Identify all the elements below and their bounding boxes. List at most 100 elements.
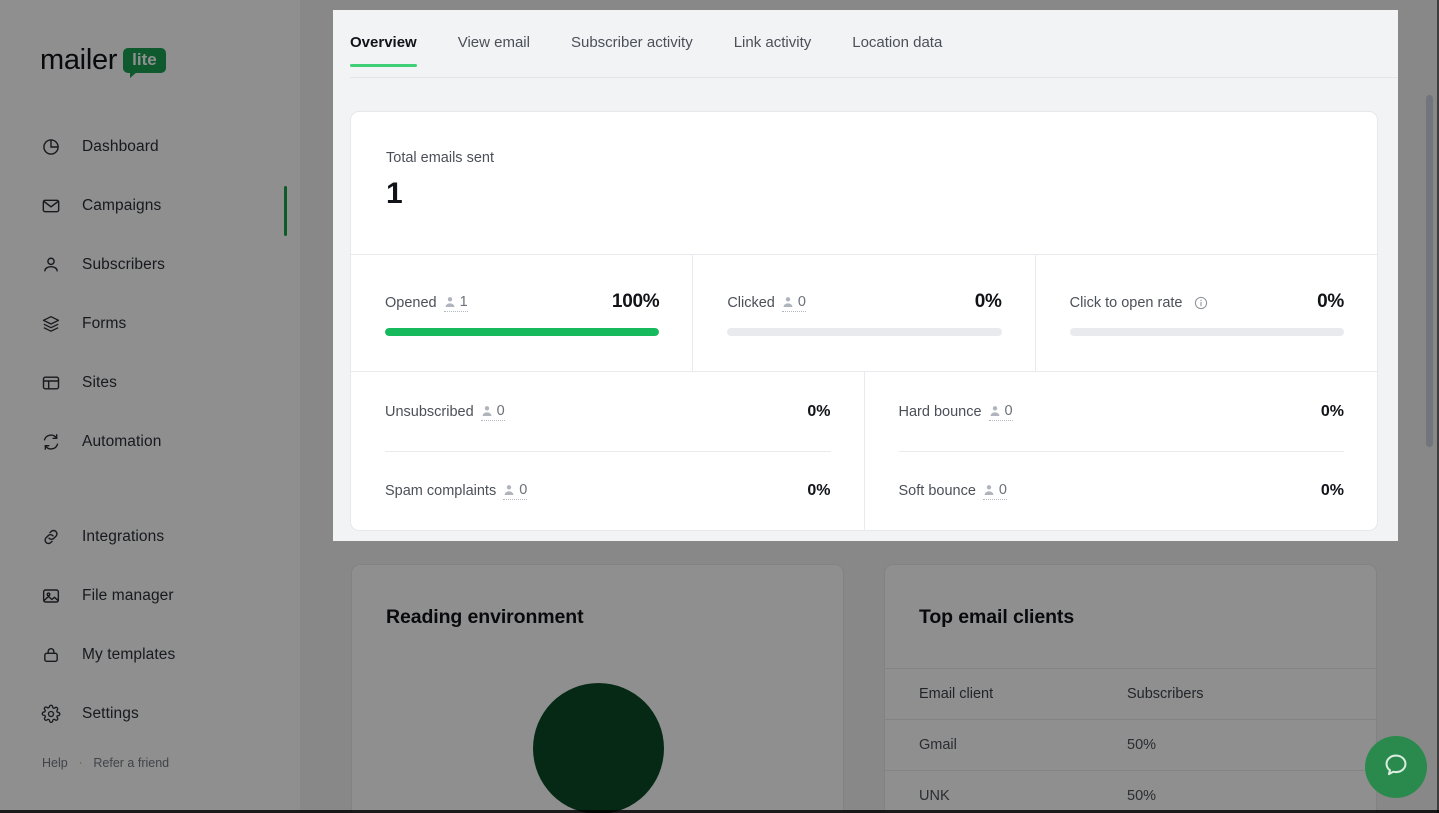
sidebar-item-settings[interactable]: Settings xyxy=(0,695,300,733)
sidebar-footer: Help · Refer a friend xyxy=(42,756,169,770)
reading-environment-chart xyxy=(352,683,843,813)
person-icon xyxy=(444,296,456,308)
refer-a-friend-link[interactable]: Refer a friend xyxy=(93,756,169,770)
info-icon[interactable] xyxy=(1194,296,1208,310)
main-scrollbar-thumb[interactable] xyxy=(1426,95,1433,447)
column-header-email-client: Email client xyxy=(919,686,994,702)
metric-percent: 0% xyxy=(807,482,831,499)
metric-subscriber-count[interactable]: 0 xyxy=(503,482,528,500)
tab-label: View email xyxy=(457,34,530,51)
sidebar-item-label: File manager xyxy=(82,587,174,604)
sidebar: mailer lite Dashboard Campaigns Subscrib… xyxy=(0,0,586,813)
metric-click-to-open-rate: Click to open rate 0% xyxy=(1034,254,1377,371)
cell-email-client: Gmail xyxy=(919,737,957,753)
metric-label: Unsubscribed xyxy=(385,403,474,420)
metric-opened: Opened 1 100% xyxy=(351,254,692,371)
metric-subscriber-count[interactable]: 0 xyxy=(781,294,806,312)
browser-window-icon xyxy=(41,373,61,393)
progress-bar xyxy=(1069,328,1344,336)
tab-view-email[interactable]: View email xyxy=(458,20,530,67)
metric-count-value: 0 xyxy=(998,482,1007,498)
metric-label: Soft bounce xyxy=(898,483,976,499)
tab-location-data[interactable]: Location data xyxy=(852,20,942,67)
sidebar-item-automation[interactable]: Automation xyxy=(0,423,300,461)
metric-subscriber-count[interactable]: 0 xyxy=(982,482,1007,500)
metric-hard-bounce: Hard bounce 0 0% xyxy=(898,372,1344,451)
metric-label: Hard bounce xyxy=(898,403,982,420)
tab-link-activity[interactable]: Link activity xyxy=(734,20,812,67)
rate-metrics-row: Opened 1 100% Clicked 0 0% Click to open… xyxy=(351,254,1377,371)
footer-separator: · xyxy=(78,757,83,769)
pie-chart-icon xyxy=(41,137,61,157)
help-link[interactable]: Help xyxy=(42,756,68,770)
metric-percent: 0% xyxy=(1320,482,1344,499)
table-row: Gmail 50% xyxy=(885,719,1376,770)
sidebar-item-label: Campaigns xyxy=(82,197,162,214)
total-emails-sent-value: 1 xyxy=(386,177,403,210)
metric-soft-bounce: Soft bounce 0 0% xyxy=(898,451,1344,530)
campaign-stats-card: Total emails sent 1 Opened 1 100% Clicke… xyxy=(350,111,1378,531)
sidebar-item-label: Forms xyxy=(82,315,127,332)
metric-subscriber-count[interactable]: 0 xyxy=(480,402,505,421)
tab-label: Overview xyxy=(350,34,417,51)
total-emails-sent-label: Total emails sent xyxy=(386,150,494,166)
metric-percent: 0% xyxy=(1320,402,1344,420)
card-title: Top email clients xyxy=(919,606,1075,628)
chat-bubble-icon xyxy=(1381,750,1411,785)
logo-lite-badge: lite xyxy=(123,48,166,78)
metric-unsubscribed: Unsubscribed 0 0% xyxy=(385,372,831,451)
pie-slice-webmail xyxy=(533,683,664,813)
tab-subscriber-activity[interactable]: Subscriber activity xyxy=(571,20,693,67)
person-icon xyxy=(983,484,995,496)
secondary-metrics-right-column: Hard bounce 0 0% Soft bounce 0 0% xyxy=(863,372,1378,530)
metric-label: Click to open rate xyxy=(1069,295,1183,311)
sidebar-active-indicator xyxy=(284,186,287,236)
metric-subscriber-count[interactable]: 0 xyxy=(988,403,1013,421)
app-window: mailer lite Dashboard Campaigns Subscrib… xyxy=(0,0,1439,813)
sidebar-item-file-manager[interactable]: File manager xyxy=(0,577,300,615)
refresh-cycle-icon xyxy=(41,432,61,452)
metric-percent: 0% xyxy=(1317,291,1344,312)
secondary-metrics: Unsubscribed 0 0% Spam complaints 0 0% H… xyxy=(351,372,1377,530)
table-row: UNK 50% xyxy=(885,770,1376,813)
sidebar-item-label: Automation xyxy=(82,433,162,450)
metric-label: Spam complaints xyxy=(385,483,497,499)
overview-spotlight-panel: Overview View email Subscriber activity … xyxy=(333,10,1398,541)
total-emails-sent-block: Total emails sent 1 xyxy=(351,112,1377,211)
metric-count-value: 0 xyxy=(797,294,806,310)
sidebar-item-dashboard[interactable]: Dashboard xyxy=(0,128,300,166)
help-chat-launcher-button[interactable] xyxy=(1365,736,1427,798)
progress-bar xyxy=(385,328,660,336)
tab-overview[interactable]: Overview xyxy=(350,20,417,67)
sidebar-item-campaigns[interactable]: Campaigns xyxy=(0,187,300,225)
sidebar-item-label: Integrations xyxy=(82,528,165,545)
sidebar-item-label: Subscribers xyxy=(82,256,165,273)
card-title: Reading environment xyxy=(386,606,584,628)
person-icon xyxy=(989,405,1001,417)
sidebar-item-integrations[interactable]: Integrations xyxy=(0,518,300,556)
lock-icon xyxy=(41,645,61,665)
sidebar-nav: Dashboard Campaigns Subscribers Forms Si… xyxy=(0,128,300,754)
sidebar-item-label: My templates xyxy=(82,646,176,663)
metric-label: Clicked xyxy=(727,295,775,311)
person-icon xyxy=(503,484,515,496)
sidebar-item-forms[interactable]: Forms xyxy=(0,305,300,343)
metric-subscriber-count[interactable]: 1 xyxy=(443,294,468,312)
metric-percent: 0% xyxy=(807,402,831,420)
bottom-cards-row: Reading environment Top email clients Em… xyxy=(351,564,1377,813)
sidebar-item-label: Dashboard xyxy=(82,138,159,155)
sidebar-item-sites[interactable]: Sites xyxy=(0,364,300,402)
metric-count-value: 1 xyxy=(459,294,468,310)
layers-icon xyxy=(41,314,61,334)
sidebar-item-my-templates[interactable]: My templates xyxy=(0,636,300,674)
metric-label: Opened xyxy=(385,295,437,311)
logo-wordmark: mailer xyxy=(40,44,118,76)
app-logo[interactable]: mailer lite xyxy=(40,44,166,78)
person-icon xyxy=(782,296,794,308)
sidebar-scrollbar-track[interactable] xyxy=(289,6,586,809)
reading-environment-card: Reading environment xyxy=(351,564,844,813)
sidebar-item-subscribers[interactable]: Subscribers xyxy=(0,246,300,284)
column-header-subscribers: Subscribers xyxy=(1127,686,1204,702)
metric-count-value: 0 xyxy=(496,402,505,419)
